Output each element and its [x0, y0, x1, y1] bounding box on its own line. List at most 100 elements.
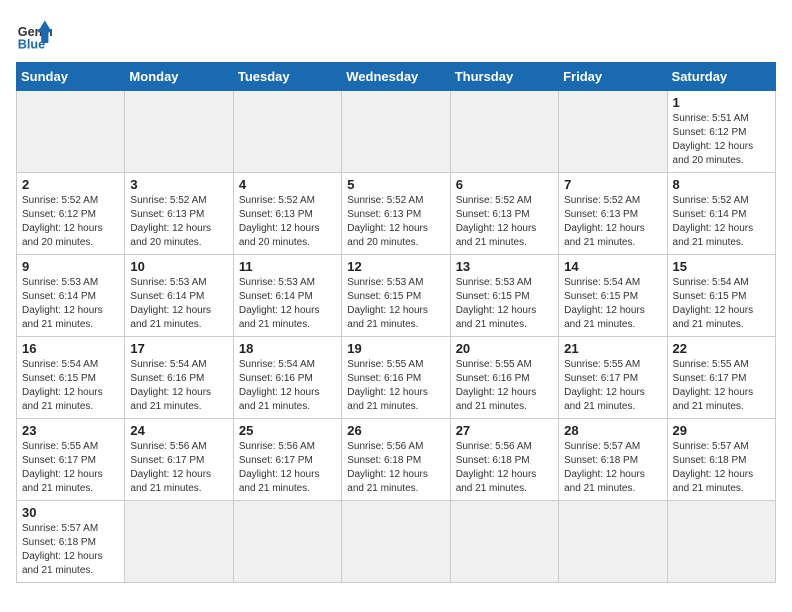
day-info: Sunrise: 5:57 AMSunset: 6:18 PMDaylight:… [673, 440, 770, 496]
calendar-cell [233, 501, 341, 583]
day-number: 29 [673, 423, 770, 438]
day-info: Sunrise: 5:54 AMSunset: 6:16 PMDaylight:… [239, 358, 336, 414]
calendar-cell: 1 Sunrise: 5:51 AMSunset: 6:12 PMDaylight… [667, 91, 775, 173]
day-info: Sunrise: 5:56 AMSunset: 6:17 PMDaylight:… [239, 440, 336, 496]
day-info: Sunrise: 5:55 AMSunset: 6:17 PMDaylight:… [22, 440, 119, 496]
weekday-header: Thursday [450, 63, 558, 91]
calendar-cell: 14 Sunrise: 5:54 AMSunset: 6:15 PMDayligh… [559, 255, 667, 337]
day-info: Sunrise: 5:55 AMSunset: 6:17 PMDaylight:… [673, 358, 770, 414]
day-number: 24 [130, 423, 227, 438]
calendar-cell: 16 Sunrise: 5:54 AMSunset: 6:15 PMDayligh… [17, 337, 125, 419]
day-info: Sunrise: 5:52 AMSunset: 6:12 PMDaylight:… [22, 194, 119, 250]
day-info: Sunrise: 5:54 AMSunset: 6:16 PMDaylight:… [130, 358, 227, 414]
calendar-cell: 5 Sunrise: 5:52 AMSunset: 6:13 PMDaylight… [342, 173, 450, 255]
day-number: 2 [22, 177, 119, 192]
day-info: Sunrise: 5:55 AMSunset: 6:16 PMDaylight:… [347, 358, 444, 414]
calendar-cell [450, 501, 558, 583]
calendar-cell: 4 Sunrise: 5:52 AMSunset: 6:13 PMDaylight… [233, 173, 341, 255]
calendar-row: 2 Sunrise: 5:52 AMSunset: 6:12 PMDaylight… [17, 173, 776, 255]
day-info: Sunrise: 5:53 AMSunset: 6:14 PMDaylight:… [239, 276, 336, 332]
calendar-row: 1 Sunrise: 5:51 AMSunset: 6:12 PMDaylight… [17, 91, 776, 173]
day-number: 11 [239, 259, 336, 274]
day-info: Sunrise: 5:56 AMSunset: 6:18 PMDaylight:… [456, 440, 553, 496]
calendar-cell [450, 91, 558, 173]
day-info: Sunrise: 5:52 AMSunset: 6:13 PMDaylight:… [564, 194, 661, 250]
day-number: 9 [22, 259, 119, 274]
day-info: Sunrise: 5:52 AMSunset: 6:13 PMDaylight:… [347, 194, 444, 250]
calendar-cell: 22 Sunrise: 5:55 AMSunset: 6:17 PMDayligh… [667, 337, 775, 419]
day-number: 1 [673, 95, 770, 110]
calendar-cell: 9Sunrise: 5:53 AMSunset: 6:14 PMDaylight… [17, 255, 125, 337]
calendar-cell [17, 91, 125, 173]
calendar-cell: 18 Sunrise: 5:54 AMSunset: 6:16 PMDayligh… [233, 337, 341, 419]
calendar-cell: 15Sunrise: 5:54 AMSunset: 6:15 PMDayligh… [667, 255, 775, 337]
day-number: 18 [239, 341, 336, 356]
day-number: 15 [673, 259, 770, 274]
calendar-row: 16 Sunrise: 5:54 AMSunset: 6:15 PMDayligh… [17, 337, 776, 419]
day-number: 26 [347, 423, 444, 438]
calendar-cell: 19 Sunrise: 5:55 AMSunset: 6:16 PMDayligh… [342, 337, 450, 419]
calendar-cell: 3Sunrise: 5:52 AMSunset: 6:13 PMDaylight… [125, 173, 233, 255]
day-number: 19 [347, 341, 444, 356]
calendar-cell [342, 501, 450, 583]
day-info: Sunrise: 5:52 AMSunset: 6:14 PMDaylight:… [673, 194, 770, 250]
day-info: Sunrise: 5:54 AMSunset: 6:15 PMDaylight:… [22, 358, 119, 414]
day-number: 8 [673, 177, 770, 192]
day-info: Sunrise: 5:52 AMSunset: 6:13 PMDaylight:… [239, 194, 336, 250]
day-info: Sunrise: 5:54 AMSunset: 6:15 PMDaylight:… [564, 276, 661, 332]
day-number: 28 [564, 423, 661, 438]
svg-text:Blue: Blue [18, 37, 45, 51]
day-number: 23 [22, 423, 119, 438]
calendar-cell: 20Sunrise: 5:55 AMSunset: 6:16 PMDayligh… [450, 337, 558, 419]
day-info: Sunrise: 5:51 AMSunset: 6:12 PMDaylight:… [673, 112, 770, 168]
day-number: 21 [564, 341, 661, 356]
calendar-cell: 21Sunrise: 5:55 AMSunset: 6:17 PMDayligh… [559, 337, 667, 419]
day-info: Sunrise: 5:52 AMSunset: 6:13 PMDaylight:… [130, 194, 227, 250]
day-info: Sunrise: 5:53 AMSunset: 6:15 PMDaylight:… [347, 276, 444, 332]
calendar-table: SundayMondayTuesdayWednesdayThursdayFrid… [16, 62, 776, 583]
day-number: 20 [456, 341, 553, 356]
day-number: 22 [673, 341, 770, 356]
calendar-cell [559, 501, 667, 583]
calendar-cell: 7 Sunrise: 5:52 AMSunset: 6:13 PMDaylight… [559, 173, 667, 255]
calendar-cell: 10Sunrise: 5:53 AMSunset: 6:14 PMDayligh… [125, 255, 233, 337]
calendar-cell: 6 Sunrise: 5:52 AMSunset: 6:13 PMDaylight… [450, 173, 558, 255]
day-info: Sunrise: 5:53 AMSunset: 6:15 PMDaylight:… [456, 276, 553, 332]
calendar-cell: 11 Sunrise: 5:53 AMSunset: 6:14 PMDayligh… [233, 255, 341, 337]
calendar-cell: 23 Sunrise: 5:55 AMSunset: 6:17 PMDayligh… [17, 419, 125, 501]
day-info: Sunrise: 5:57 AMSunset: 6:18 PMDaylight:… [22, 522, 119, 578]
day-number: 4 [239, 177, 336, 192]
weekday-header: Saturday [667, 63, 775, 91]
day-number: 25 [239, 423, 336, 438]
calendar-cell: 8 Sunrise: 5:52 AMSunset: 6:14 PMDaylight… [667, 173, 775, 255]
day-info: Sunrise: 5:57 AMSunset: 6:18 PMDaylight:… [564, 440, 661, 496]
day-number: 6 [456, 177, 553, 192]
calendar-cell: 12 Sunrise: 5:53 AMSunset: 6:15 PMDayligh… [342, 255, 450, 337]
day-info: Sunrise: 5:52 AMSunset: 6:13 PMDaylight:… [456, 194, 553, 250]
weekday-header: Friday [559, 63, 667, 91]
day-number: 7 [564, 177, 661, 192]
calendar-cell: 17Sunrise: 5:54 AMSunset: 6:16 PMDayligh… [125, 337, 233, 419]
weekday-header: Wednesday [342, 63, 450, 91]
day-number: 14 [564, 259, 661, 274]
weekday-header-row: SundayMondayTuesdayWednesdayThursdayFrid… [17, 63, 776, 91]
calendar-cell: 27 Sunrise: 5:56 AMSunset: 6:18 PMDayligh… [450, 419, 558, 501]
calendar-row: 30 Sunrise: 5:57 AMSunset: 6:18 PMDayligh… [17, 501, 776, 583]
calendar-cell [125, 501, 233, 583]
day-number: 13 [456, 259, 553, 274]
page-header: General Blue [16, 16, 776, 52]
calendar-cell: 29 Sunrise: 5:57 AMSunset: 6:18 PMDayligh… [667, 419, 775, 501]
day-number: 5 [347, 177, 444, 192]
day-number: 30 [22, 505, 119, 520]
calendar-cell: 25 Sunrise: 5:56 AMSunset: 6:17 PMDayligh… [233, 419, 341, 501]
day-number: 27 [456, 423, 553, 438]
day-number: 16 [22, 341, 119, 356]
calendar-cell [342, 91, 450, 173]
calendar-cell: 24Sunrise: 5:56 AMSunset: 6:17 PMDayligh… [125, 419, 233, 501]
day-number: 12 [347, 259, 444, 274]
weekday-header: Tuesday [233, 63, 341, 91]
logo: General Blue [16, 16, 52, 52]
day-info: Sunrise: 5:56 AMSunset: 6:18 PMDaylight:… [347, 440, 444, 496]
weekday-header: Sunday [17, 63, 125, 91]
day-number: 10 [130, 259, 227, 274]
